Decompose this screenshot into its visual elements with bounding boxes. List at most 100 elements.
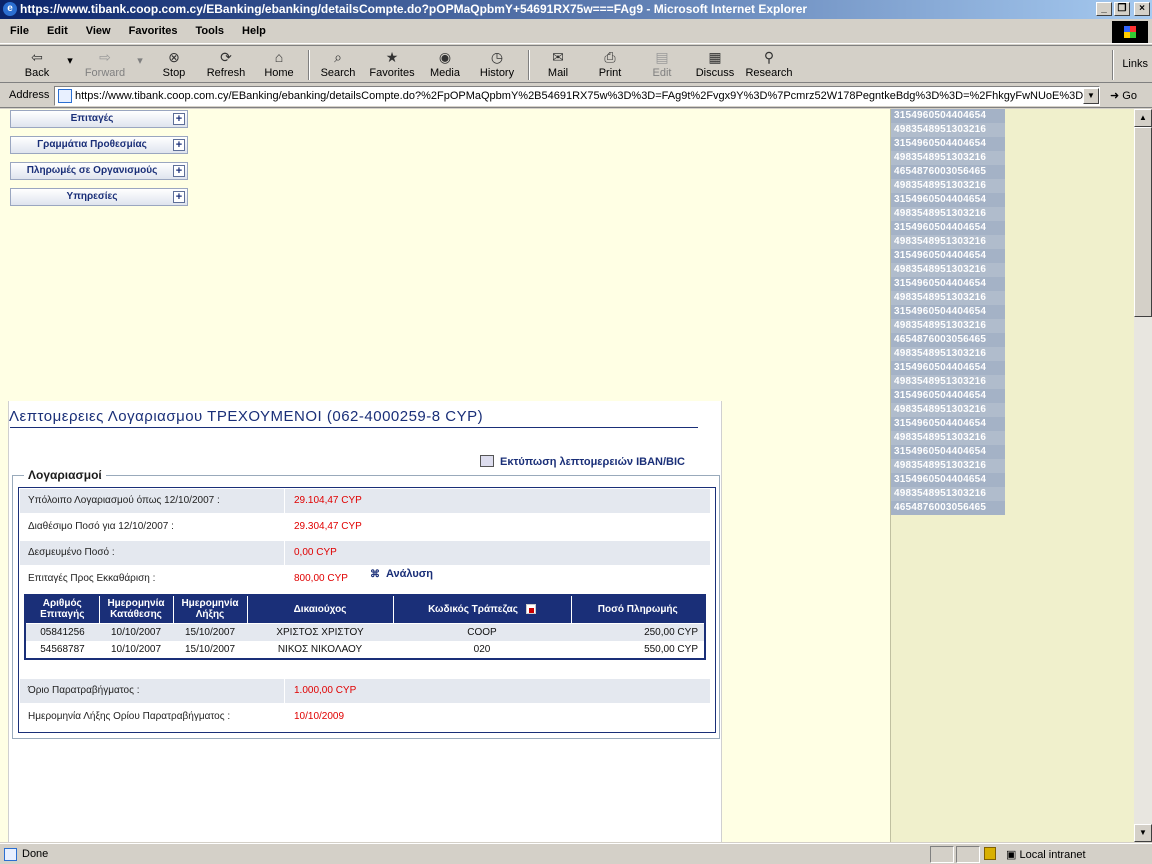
vertical-scrollbar[interactable]: ▲ ▼ — [1134, 109, 1152, 842]
number-strip-item: 4983548951303216 — [891, 347, 1005, 361]
nav-label: Γραμμάτια Προθεσμίας — [37, 139, 147, 150]
analysis-link[interactable]: ⌘ Ανάλυση — [370, 568, 433, 581]
mail-icon: ✉ — [552, 49, 564, 65]
home-button[interactable]: ⌂ Home — [262, 49, 296, 81]
scroll-thumb[interactable] — [1134, 127, 1152, 317]
print-button[interactable]: ⎙ Print — [596, 49, 624, 81]
research-button[interactable]: ⚲ Research — [744, 49, 794, 81]
links-button[interactable]: Links — [1122, 58, 1148, 70]
table-row: 54568787 10/10/2007 15/10/2007 ΝΙΚΟΣ ΝΙΚ… — [25, 641, 705, 659]
number-strip-item: 3154960504404654 — [891, 389, 1005, 403]
number-strip-item: 3154960504404654 — [891, 109, 1005, 123]
discuss-icon: ▦ — [708, 49, 722, 65]
number-strip-item: 4983548951303216 — [891, 291, 1005, 305]
back-dropdown[interactable]: ▾ — [64, 54, 76, 86]
col-deposit-date: Ημερομηνία Κατάθεσης — [98, 594, 174, 624]
scroll-down-button[interactable]: ▼ — [1134, 824, 1152, 842]
nav-label: Πληρωμές σε Οργανισμούς — [26, 165, 158, 176]
toolbar-separator — [1112, 50, 1114, 80]
stop-button[interactable]: ⊗ Stop — [158, 49, 190, 81]
menu-tools[interactable]: Tools — [196, 25, 225, 37]
number-strip-item: 4983548951303216 — [891, 235, 1005, 249]
favorites-label: Favorites — [369, 67, 415, 79]
cell-bank-code: 020 — [473, 644, 491, 655]
stop-icon: ⊗ — [168, 49, 180, 65]
address-url: https://www.tibank.coop.com.cy/EBanking/… — [75, 90, 1100, 102]
detail-value: 1.000,00 CYP — [294, 685, 357, 696]
minimize-button[interactable]: _ — [1096, 2, 1112, 16]
cell-beneficiary: ΝΙΚΟΣ ΝΙΚΟΛΑΟΥ — [277, 644, 363, 655]
section-title: Λογαριασμοί — [24, 468, 106, 482]
detail-label: Επιταγές Προς Εκκαθάριση : — [28, 573, 156, 584]
page-title: Λεπτομερειες Λογαριασμου ΤΡΕΧΟΥΜΕΝΟΙ (06… — [9, 408, 484, 425]
address-dropdown[interactable]: ▼ — [1083, 88, 1099, 104]
nav-label: Υπηρεσίες — [66, 191, 118, 202]
nav-services[interactable]: Υπηρεσίες + — [10, 188, 188, 206]
address-input[interactable]: https://www.tibank.coop.com.cy/EBanking/… — [54, 86, 1100, 106]
detail-label: Ημερομηνία Λήξης Ορίου Παρατραβήγματος : — [28, 711, 231, 722]
go-button[interactable]: ➜ Go — [1110, 89, 1137, 102]
favorites-button[interactable]: ★ Favorites — [368, 49, 416, 81]
number-strip-item: 4983548951303216 — [891, 487, 1005, 501]
forward-button[interactable]: ⇨ Forward — [82, 49, 128, 81]
menu-view[interactable]: View — [86, 25, 111, 37]
refresh-button[interactable]: ⟳ Refresh — [204, 49, 248, 81]
cell-expiry-date: 15/10/2007 — [184, 644, 236, 655]
number-strip-item: 4654876003056465 — [891, 501, 1005, 515]
status-text: Done — [22, 848, 49, 860]
toolbar: ⇦ Back ▾ ⇨ Forward ▾ ⊗ Stop ⟳ Refresh ⌂ … — [0, 45, 1152, 83]
expand-icon[interactable]: + — [173, 165, 185, 177]
window-controls: _ ❐ × — [1096, 2, 1150, 16]
search-button[interactable]: ⌕ Search — [318, 49, 358, 81]
go-label: Go — [1122, 90, 1137, 102]
favorites-icon: ★ — [385, 49, 399, 65]
menu-favorites[interactable]: Favorites — [129, 25, 178, 37]
col-cheque-number: Αριθμός Επιταγής — [24, 594, 100, 624]
expand-icon[interactable]: + — [173, 139, 185, 151]
cell-bank-code: COOP — [393, 623, 571, 641]
col-expiry-date: Ημερομηνία Λήξης — [172, 594, 248, 624]
nav-cheques[interactable]: Επιταγές + — [10, 110, 188, 128]
detail-value: 800,00 CYP — [294, 573, 348, 584]
restore-button[interactable]: ❐ — [1114, 2, 1130, 16]
media-button[interactable]: ◉ Media — [428, 49, 462, 81]
expand-icon[interactable]: + — [173, 113, 185, 125]
discuss-label: Discuss — [695, 67, 735, 79]
edit-icon: ▤ — [655, 49, 669, 65]
nav-payments[interactable]: Πληρωμές σε Οργανισμούς + — [10, 162, 188, 180]
toolbar-separator — [528, 50, 530, 80]
edit-button[interactable]: ▤ Edit — [648, 49, 676, 81]
history-button[interactable]: ◷ History — [478, 49, 516, 81]
number-strip-item: 4983548951303216 — [891, 151, 1005, 165]
search-label: Search — [320, 67, 356, 79]
cell-deposit-date: 10/10/2007 — [99, 623, 173, 641]
menu-edit[interactable]: Edit — [47, 25, 68, 37]
close-button[interactable]: × — [1134, 2, 1150, 16]
menu-file[interactable]: File — [10, 25, 29, 37]
table-header-row: Αριθμός Επιταγής Ημερομηνία Κατάθεσης Ημ… — [24, 594, 706, 624]
number-strip: 3154960504404654 4983548951303216 31549605… — [891, 109, 1005, 515]
mail-button[interactable]: ✉ Mail — [540, 49, 576, 81]
back-button[interactable]: ⇦ Back — [20, 49, 54, 81]
number-strip-item: 3154960504404654 — [891, 221, 1005, 235]
number-strip-item: 4983548951303216 — [891, 207, 1005, 221]
address-bar: Address https://www.tibank.coop.com.cy/E… — [0, 84, 1152, 108]
status-bar: Done ▣ Local intranet — [0, 843, 1152, 864]
scroll-up-button[interactable]: ▲ — [1134, 109, 1152, 127]
detail-label: Δεσμευμένο Ποσό : — [28, 547, 115, 558]
back-label: Back — [24, 67, 50, 79]
bank-code-header: Κωδικός Τράπεζας — [428, 603, 518, 615]
cheques-table: Αριθμός Επιταγής Ημερομηνία Κατάθεσης Ημ… — [24, 594, 706, 660]
menu-help[interactable]: Help — [242, 25, 266, 37]
history-label: History — [479, 67, 515, 79]
edit-label: Edit — [652, 67, 672, 79]
number-strip-item: 3154960504404654 — [891, 277, 1005, 291]
right-panel: 3154960504404654 4983548951303216 31549605… — [890, 109, 1134, 842]
nav-term-deposits[interactable]: Γραμμάτια Προθεσμίας + — [10, 136, 188, 154]
expand-icon[interactable]: + — [173, 191, 185, 203]
print-iban-link[interactable]: Εκτύπωση λεπτομερειών IBAN/BIC — [480, 455, 685, 468]
col-bank-code: Κωδικός Τράπεζας — [392, 594, 572, 624]
forward-dropdown[interactable]: ▾ — [134, 54, 146, 86]
discuss-button[interactable]: ▦ Discuss — [694, 49, 736, 81]
address-label: Address — [9, 89, 50, 101]
